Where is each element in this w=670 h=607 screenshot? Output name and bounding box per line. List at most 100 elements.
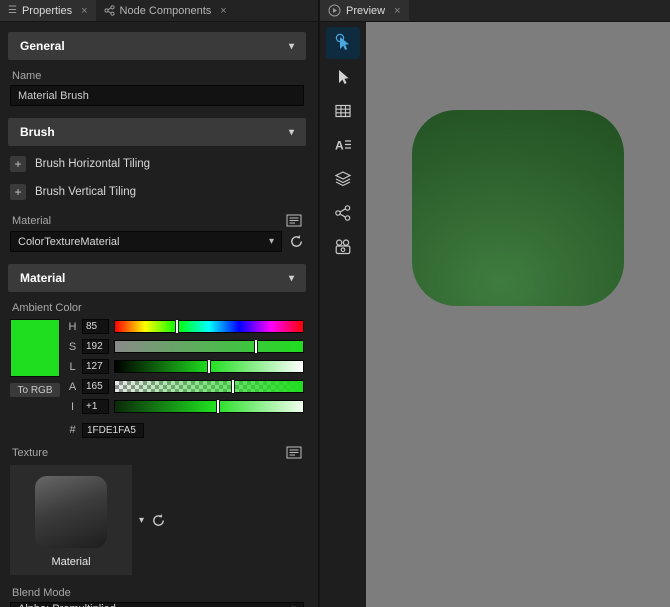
color-swatch[interactable] (10, 319, 60, 377)
slider-marker[interactable] (216, 399, 221, 414)
tab-preview[interactable]: Preview × (320, 0, 409, 21)
open-editor-icon[interactable] (286, 446, 302, 459)
pick-cursor-icon (333, 33, 353, 53)
section-title: Brush (20, 125, 55, 139)
blend-mode-dropdown[interactable]: Alpha: Premultiplied ▾ (10, 602, 304, 607)
camera-tool-button[interactable] (326, 231, 360, 263)
texture-thumbnail[interactable] (35, 476, 107, 548)
material-dropdown[interactable]: ColorTextureMaterial ▾ (10, 231, 282, 252)
chevron-down-icon: ▾ (288, 40, 294, 52)
intensity-row: I +1 (68, 399, 304, 414)
grid-tool-button[interactable] (326, 95, 360, 127)
slider-marker[interactable] (207, 359, 211, 374)
node-components-icon (103, 5, 115, 16)
text-icon: A (334, 136, 352, 154)
hue-slider[interactable] (114, 319, 304, 334)
section-title: Material (20, 271, 66, 285)
chevron-down-icon: ▾ (288, 126, 294, 138)
channel-value-input[interactable]: 192 (82, 339, 109, 354)
close-icon[interactable]: × (220, 5, 226, 17)
color-editor: To RGB H 85 S 192 L 127 A 165 I +1 # 1FD… (10, 319, 304, 438)
hex-row: # 1FDE1FA5 (68, 422, 304, 438)
close-icon[interactable]: × (81, 5, 87, 17)
channel-value-input[interactable]: 127 (82, 359, 109, 374)
select-tool-button[interactable] (326, 61, 360, 93)
chevron-down-icon: ▾ (268, 236, 274, 247)
layers-tool-button[interactable] (326, 163, 360, 195)
name-label: Name (12, 70, 42, 82)
channel-value-input[interactable]: 85 (82, 319, 109, 334)
reset-icon[interactable] (151, 513, 166, 528)
reset-icon[interactable] (289, 234, 304, 249)
preview-body: A (320, 22, 670, 607)
slider-marker[interactable] (175, 319, 180, 334)
channel-label: S (68, 340, 77, 353)
pick-tool-button[interactable] (326, 27, 360, 59)
name-input[interactable]: Material Brush (10, 85, 304, 106)
add-property-button[interactable]: + (10, 156, 26, 172)
to-rgb-button[interactable]: To RGB (10, 383, 60, 397)
list-icon: ☰ (8, 4, 17, 16)
slider-marker[interactable] (231, 379, 236, 394)
channel-label: H (68, 320, 77, 333)
tab-node-components[interactable]: Node Components × (96, 0, 235, 21)
close-icon[interactable]: × (394, 5, 400, 17)
chevron-down-icon: ▾ (291, 604, 296, 607)
tab-properties[interactable]: ☰ Properties × (0, 0, 96, 21)
material-label: Material (12, 214, 52, 227)
brush-vertical-tiling-row: + Brush Vertical Tiling (10, 184, 304, 200)
blend-mode-label: Blend Mode (12, 587, 71, 599)
node-graph-tool-button[interactable] (326, 197, 360, 229)
section-general[interactable]: General ▾ (8, 32, 306, 60)
tab-label: Properties (21, 4, 73, 17)
slider-marker[interactable] (254, 339, 258, 354)
layers-icon (334, 170, 352, 188)
lightness-row: L 127 (68, 359, 304, 374)
text-tool-button[interactable]: A (326, 129, 360, 161)
texture-label: Texture (12, 446, 49, 459)
preview-tabbar: Preview × (320, 0, 670, 22)
channel-value-input[interactable]: 165 (82, 379, 109, 394)
channel-label: I (70, 400, 75, 413)
section-brush[interactable]: Brush ▾ (8, 118, 306, 146)
preview-canvas[interactable] (366, 22, 670, 607)
node-graph-icon (334, 204, 352, 222)
material-dropdown-row: ColorTextureMaterial ▾ (10, 231, 304, 252)
saturation-slider[interactable] (114, 339, 304, 354)
properties-content: General ▾ Name Material Brush Brush ▾ + … (0, 22, 318, 607)
preview-toolbar: A (320, 22, 366, 607)
chevron-down-icon: ▾ (288, 272, 294, 284)
hash-label: # (69, 424, 76, 436)
properties-tabbar: ☰ Properties × Node Components × (0, 0, 318, 22)
play-circle-icon (328, 4, 341, 17)
material-label-row: Material (12, 214, 302, 227)
cursor-icon (334, 68, 352, 86)
swatch-column: To RGB (10, 319, 60, 438)
section-material[interactable]: Material ▾ (8, 264, 306, 292)
property-label: Brush Vertical Tiling (35, 186, 136, 198)
channel-rows: H 85 S 192 L 127 A 165 I +1 # 1FDE1FA5 (68, 319, 304, 438)
add-property-button[interactable]: + (10, 184, 26, 200)
tab-label: Node Components (119, 4, 212, 17)
texture-picker: Material ▾ (10, 465, 304, 575)
brush-horizontal-tiling-row: + Brush Horizontal Tiling (10, 156, 304, 172)
texture-label-row: Texture (12, 446, 302, 459)
channel-value-input[interactable]: +1 (82, 399, 109, 414)
app-window: ☰ Properties × Node Components × General… (0, 0, 670, 607)
open-editor-icon[interactable] (286, 214, 302, 227)
preview-node-green[interactable] (412, 110, 624, 306)
lightness-slider[interactable] (114, 359, 304, 374)
section-title: General (20, 39, 65, 53)
svg-text:A: A (335, 139, 344, 153)
alpha-slider[interactable] (114, 379, 304, 394)
texture-preview[interactable]: Material (10, 465, 132, 575)
hex-color-input[interactable]: 1FDE1FA5 (82, 422, 144, 438)
chevron-down-icon[interactable]: ▾ (139, 515, 144, 526)
camera-icon (334, 238, 352, 256)
alpha-row: A 165 (68, 379, 304, 394)
hue-row: H 85 (68, 319, 304, 334)
intensity-slider[interactable] (114, 399, 304, 414)
saturation-row: S 192 (68, 339, 304, 354)
channel-label: A (68, 380, 77, 393)
tab-label: Preview (346, 4, 386, 17)
